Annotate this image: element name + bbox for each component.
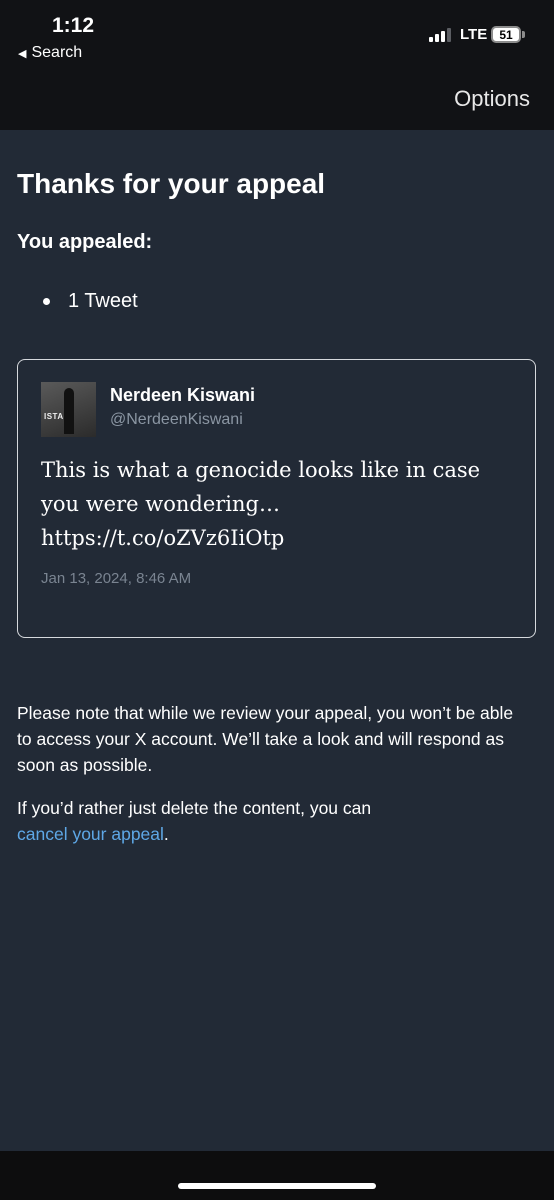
back-triangle-icon: ◀ — [18, 47, 27, 60]
avatar-sign: ISTA — [44, 412, 64, 421]
bottom-bar — [0, 1151, 554, 1200]
avatar[interactable]: ISTA — [41, 382, 96, 437]
tweet-author-handle[interactable]: @NerdeenKiswani — [110, 411, 243, 429]
tweet-author-name[interactable]: Nerdeen Kiswani — [110, 385, 255, 406]
battery-tip — [522, 31, 525, 38]
cancel-appeal-link[interactable]: cancel your appeal — [17, 824, 164, 844]
tweet-timestamp: Jan 13, 2024, 8:46 AM — [41, 570, 192, 587]
back-to-search-button[interactable]: ◀ Search — [18, 44, 82, 62]
appealed-item-label: 1 Tweet — [68, 290, 138, 312]
bullet-icon — [43, 298, 50, 305]
tweet-card[interactable]: ISTA Nerdeen Kiswani @NerdeenKiswani Thi… — [17, 359, 536, 638]
battery-icon: 51 — [491, 26, 521, 43]
options-button[interactable]: Options — [454, 86, 530, 112]
review-notice: Please note that while we review your ap… — [17, 703, 514, 775]
back-label: Search — [31, 44, 83, 61]
home-indicator[interactable] — [178, 1183, 376, 1189]
battery-level: 51 — [499, 27, 513, 42]
network-type: LTE — [460, 26, 488, 43]
appealed-heading: You appealed: — [17, 231, 153, 253]
avatar-figure — [64, 388, 74, 434]
cancel-suffix: . — [163, 824, 169, 844]
cancel-prefix: If you’d rather just delete the content,… — [17, 798, 372, 818]
cellular-signal-icon — [429, 26, 451, 42]
list-item: 1 Tweet — [43, 290, 138, 313]
status-time: 1:12 — [52, 14, 95, 37]
page-title: Thanks for your appeal — [17, 168, 326, 199]
tweet-text: This is what a genocide looks like in ca… — [41, 458, 481, 550]
status-bar: 1:12 ◀ Search LTE 51 Options — [0, 0, 554, 130]
cancel-notice: If you’d rather just delete the content,… — [17, 795, 527, 847]
